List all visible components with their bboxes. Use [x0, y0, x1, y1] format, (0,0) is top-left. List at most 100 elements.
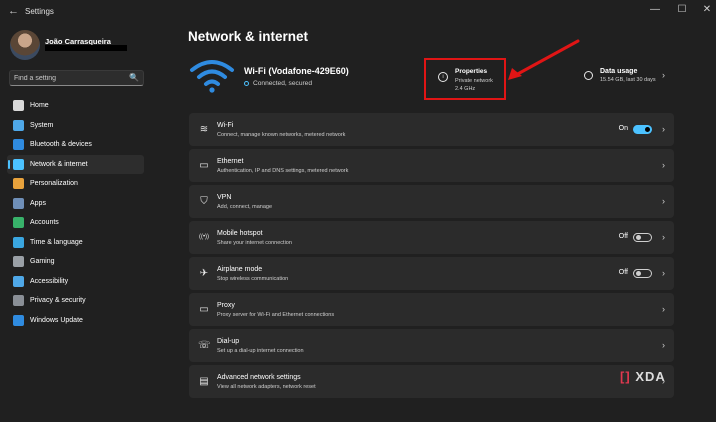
sidebar-item-apps[interactable]: Apps: [7, 194, 144, 214]
row-subtitle: View all network adapters, network reset: [217, 384, 316, 390]
brush-icon: [13, 178, 24, 190]
chevron-right-icon[interactable]: ›: [662, 160, 665, 170]
sidebar-nav: Home System Bluetooth & devices Network & i…: [7, 96, 144, 330]
user-email-redacted: [45, 45, 127, 51]
properties-card[interactable]: i Properties Private network 2.4 GHz: [424, 58, 506, 100]
row-subtitle: Share your internet connection: [217, 240, 292, 246]
chevron-right-icon[interactable]: ›: [662, 70, 665, 80]
row-title: Proxy: [217, 302, 235, 309]
sidebar-item-label: Apps: [30, 199, 46, 207]
sidebar-item-home[interactable]: Home: [7, 96, 144, 116]
apps-icon: [13, 197, 24, 209]
system-icon: [13, 119, 24, 131]
sidebar-item-network[interactable]: Network & internet: [7, 154, 144, 174]
sidebar-item-label: Time & language: [30, 238, 83, 246]
chevron-right-icon[interactable]: ›: [662, 304, 665, 314]
maximize-button[interactable]: ☐: [675, 4, 689, 15]
sidebar-item-label: Accessibility: [30, 277, 69, 285]
toggle-switch[interactable]: [633, 125, 652, 134]
row-subtitle: Connect, manage known networks, metered …: [217, 132, 346, 138]
row-title: VPN: [217, 194, 232, 201]
ethernet-icon: ▭: [199, 160, 209, 171]
back-button[interactable]: ←: [8, 5, 19, 17]
data-usage-subtitle: 15.54 GB, last 30 days: [600, 77, 656, 83]
update-icon: [13, 314, 24, 326]
toggle-state-label: Off: [618, 269, 628, 276]
proxy-icon: ▭: [199, 304, 209, 315]
chevron-right-icon[interactable]: ›: [662, 124, 665, 134]
globe-icon: [13, 236, 24, 248]
wifi-icon: ≋: [199, 124, 209, 135]
search-input[interactable]: [14, 73, 124, 83]
row-title: Ethernet: [217, 158, 244, 165]
sidebar-item-label: Privacy & security: [30, 297, 86, 305]
row-title: Advanced network settings: [217, 374, 301, 381]
settings-row-advanced-network[interactable]: ▤ Advanced network settings View all netwo…: [189, 365, 674, 398]
settings-row-airplane[interactable]: ✈ Airplane mode Stop wireless communicatio…: [189, 257, 674, 290]
connection-status-text: Connected, secured: [253, 80, 313, 87]
close-button[interactable]: ✕: [700, 4, 714, 15]
dialup-icon: ☏: [198, 340, 211, 351]
xda-watermark: [] XDA: [620, 369, 666, 384]
search-icon[interactable]: 🔍: [129, 73, 139, 82]
sidebar-item-label: Windows Update: [30, 316, 83, 324]
data-usage-title[interactable]: Data usage: [600, 68, 637, 75]
row-subtitle: Add, connect, manage: [217, 204, 273, 210]
home-icon: [13, 100, 24, 112]
data-usage-icon: [584, 71, 593, 80]
advanced-network-icon: ▤: [199, 376, 209, 387]
properties-title: Properties: [455, 68, 488, 75]
shield-icon: [13, 295, 24, 307]
sidebar-item-label: System: [30, 121, 54, 129]
sidebar-item-brush[interactable]: Personalization: [7, 174, 144, 194]
settings-row-proxy[interactable]: ▭ Proxy Proxy server for Wi-Fi and Etherne…: [189, 293, 674, 326]
settings-row-vpn-shield[interactable]: ⛉ VPN Add, connect, manage ›: [189, 185, 674, 218]
sidebar-item-accounts[interactable]: Accounts: [7, 213, 144, 233]
toggle-knob: [636, 271, 641, 276]
sidebar-item-label: Bluetooth & devices: [30, 141, 92, 149]
sidebar-item-gaming[interactable]: Gaming: [7, 252, 144, 272]
toggle-switch[interactable]: [633, 269, 652, 278]
avatar[interactable]: [10, 30, 40, 60]
row-subtitle: Set up a dial-up internet connection: [217, 348, 304, 354]
toggle-state-label: Off: [618, 233, 628, 240]
settings-row-dialup[interactable]: ☏ Dial-up Set up a dial-up internet connec…: [189, 329, 674, 362]
sidebar-item-shield[interactable]: Privacy & security: [7, 291, 144, 311]
row-subtitle: Proxy server for Wi-Fi and Ethernet conn…: [217, 312, 335, 318]
row-subtitle: Stop wireless communication: [217, 276, 289, 282]
chevron-right-icon[interactable]: ›: [662, 196, 665, 206]
vpn-shield-icon: ⛉: [200, 196, 208, 207]
minimize-button[interactable]: —: [648, 4, 662, 15]
toggle-knob: [645, 127, 650, 132]
chevron-right-icon[interactable]: ›: [662, 340, 665, 350]
toggle-switch[interactable]: [633, 233, 652, 242]
page-title: Network & internet: [188, 29, 309, 44]
sidebar-item-accessibility[interactable]: Accessibility: [7, 272, 144, 292]
sidebar-item-label: Accounts: [30, 219, 59, 227]
app-title: Settings: [25, 7, 54, 16]
properties-network-type: Private network: [455, 78, 493, 84]
row-subtitle: Authentication, IP and DNS settings, met…: [217, 168, 349, 174]
row-title: Wi-Fi: [217, 122, 234, 129]
sidebar-item-label: Network & internet: [30, 160, 88, 168]
sidebar-item-label: Home: [30, 102, 49, 110]
gaming-icon: [13, 256, 24, 268]
row-title: Dial-up: [217, 338, 240, 345]
wifi-large-icon: [190, 60, 234, 93]
chevron-right-icon[interactable]: ›: [662, 268, 665, 278]
chevron-right-icon[interactable]: ›: [662, 232, 665, 242]
properties-band: 2.4 GHz: [455, 86, 476, 92]
settings-row-ethernet[interactable]: ▭ Ethernet Authentication, IP and DNS sett…: [189, 149, 674, 182]
sidebar-item-globe[interactable]: Time & language: [7, 233, 144, 253]
row-title: Airplane mode: [217, 266, 263, 273]
hotspot-icon: ((•)): [198, 234, 210, 240]
red-annotation-arrow: [508, 39, 580, 80]
search-box[interactable]: 🔍: [9, 70, 144, 86]
connected-network-name: Wi-Fi (Vodafone-429E60): [244, 66, 349, 76]
sidebar-item-update[interactable]: Windows Update: [7, 311, 144, 331]
sidebar-item-bluetooth[interactable]: Bluetooth & devices: [7, 135, 144, 155]
settings-row-wifi[interactable]: ≋ Wi-Fi Connect, manage known networks, me…: [189, 113, 674, 146]
sidebar-item-system[interactable]: System: [7, 116, 144, 136]
status-dot-icon: [244, 81, 249, 86]
settings-row-hotspot[interactable]: ((•)) Mobile hotspot Share your internet c…: [189, 221, 674, 254]
